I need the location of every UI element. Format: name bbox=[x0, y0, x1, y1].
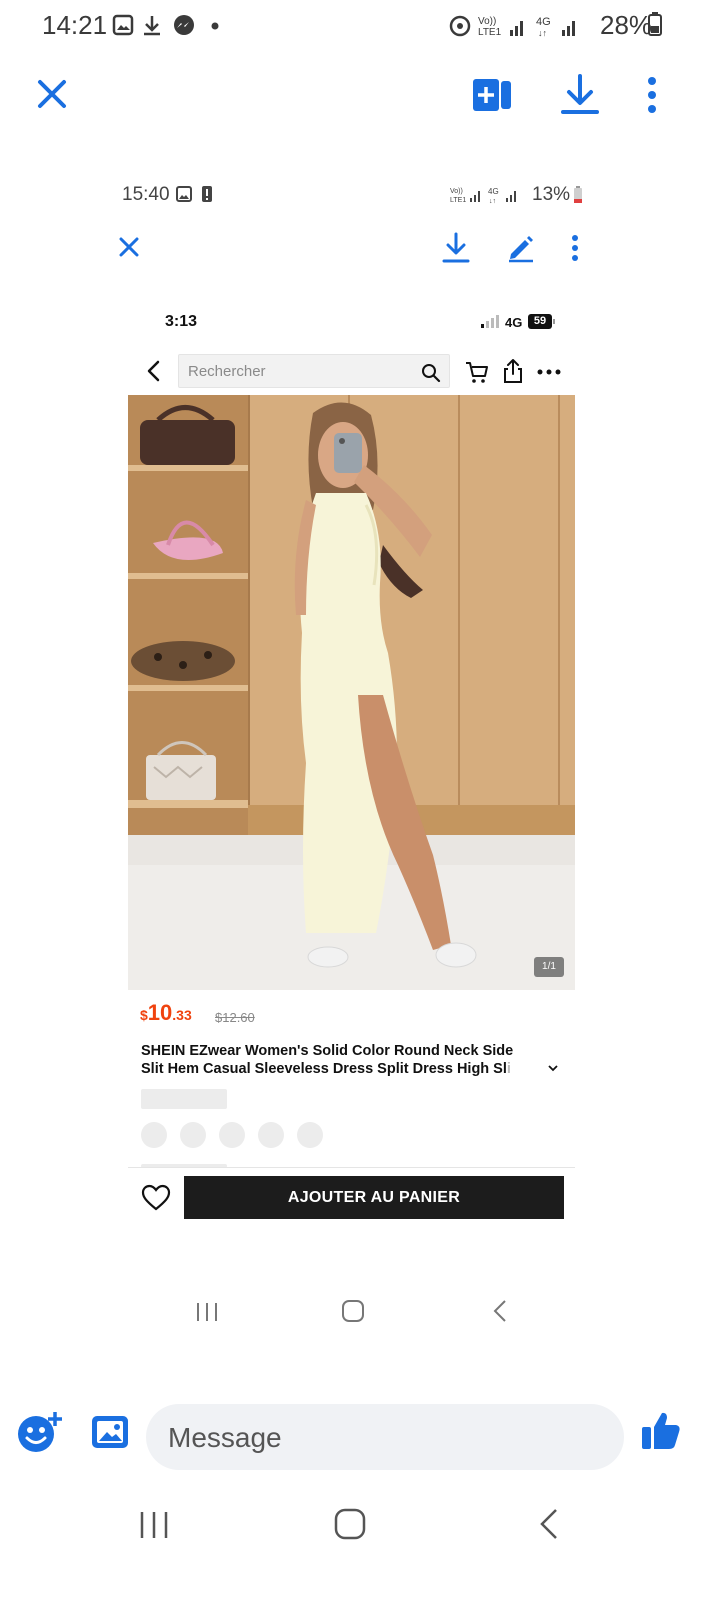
loading-placeholder-bar bbox=[141, 1089, 227, 1109]
outer-battery-icon bbox=[648, 12, 662, 36]
loading-placeholder-dot bbox=[180, 1122, 206, 1148]
shop-status-time: 3:13 bbox=[165, 313, 198, 330]
product-photo-illustration bbox=[128, 395, 575, 990]
viewer-close-icon[interactable] bbox=[36, 78, 68, 110]
viewer-download-icon[interactable] bbox=[560, 74, 600, 116]
inner-home-icon[interactable] bbox=[340, 1298, 366, 1324]
viewer-more-vertical-icon[interactable] bbox=[645, 76, 659, 114]
inner-close-icon[interactable] bbox=[118, 236, 140, 258]
svg-text:LTE1: LTE1 bbox=[450, 197, 466, 204]
svg-text:LTE1: LTE1 bbox=[478, 27, 502, 38]
price-currency: $ bbox=[140, 1007, 148, 1023]
inner-more-vertical-icon[interactable] bbox=[570, 234, 580, 262]
back-button-icon[interactable] bbox=[536, 1506, 562, 1542]
message-input[interactable]: Message bbox=[146, 1404, 624, 1470]
svg-text:Vo)): Vo)) bbox=[450, 188, 463, 195]
inner-notification-icons bbox=[176, 186, 212, 202]
wishlist-heart-icon[interactable] bbox=[141, 1184, 171, 1212]
outer-notification-icons bbox=[112, 14, 219, 36]
svg-text:Vo)): Vo)) bbox=[478, 16, 496, 27]
svg-text:4G: 4G bbox=[536, 16, 551, 28]
product-price: $10.33 bbox=[140, 1000, 192, 1026]
product-title-faded: i bbox=[506, 1061, 511, 1077]
loading-placeholder-dot bbox=[141, 1122, 167, 1148]
outer-battery-percent: 28% bbox=[600, 10, 653, 40]
shop-signal-icon bbox=[481, 315, 499, 328]
loading-placeholder-dot bbox=[219, 1122, 245, 1148]
product-title-line2: Slit Hem Casual Sleeveless Dress Split D… bbox=[141, 1061, 507, 1077]
home-button-icon[interactable] bbox=[332, 1506, 368, 1542]
original-price: $12.60 bbox=[215, 1010, 255, 1025]
recent-apps-icon[interactable] bbox=[136, 1508, 172, 1542]
shop-battery-icon: 59 bbox=[528, 314, 552, 329]
shop-screenshot: 3:13 4G 59 Rechercher 1/1 $10.33 $12.60 … bbox=[128, 300, 575, 1245]
price-cents: .33 bbox=[172, 1007, 192, 1023]
gallery-image-icon[interactable] bbox=[90, 1414, 130, 1450]
shop-search-input[interactable]: Rechercher bbox=[178, 354, 450, 388]
svg-text:4G: 4G bbox=[488, 187, 499, 196]
add-to-drive-icon[interactable] bbox=[472, 78, 512, 112]
share-icon[interactable] bbox=[502, 358, 524, 384]
inner-back-icon[interactable] bbox=[490, 1298, 510, 1324]
back-arrow-icon[interactable] bbox=[146, 360, 162, 382]
inner-battery-percent: 13% bbox=[532, 184, 571, 205]
loading-placeholder-dot bbox=[258, 1122, 284, 1148]
shop-battery-tip bbox=[553, 319, 555, 324]
more-horizontal-icon[interactable] bbox=[536, 368, 562, 376]
edit-icon[interactable] bbox=[506, 233, 536, 263]
inner-status-time: 15:40 bbox=[122, 184, 170, 205]
inner-recent-apps-icon[interactable] bbox=[194, 1300, 220, 1324]
inner-download-icon[interactable] bbox=[442, 232, 470, 264]
loading-placeholder-dot bbox=[297, 1122, 323, 1148]
search-placeholder: Rechercher bbox=[188, 363, 266, 380]
bottom-bar-divider bbox=[128, 1167, 575, 1168]
cart-icon[interactable] bbox=[465, 360, 489, 384]
product-title: SHEIN EZwear Women's Solid Color Round N… bbox=[141, 1042, 551, 1078]
outer-status-time: 14:21 bbox=[42, 10, 108, 40]
add-emoji-sticker-icon[interactable] bbox=[16, 1410, 64, 1454]
outer-status-bar: 14:21 Vo)) LTE1 4G ↓↑ 28% bbox=[0, 0, 718, 50]
expand-title-chevron-icon[interactable] bbox=[547, 1063, 559, 1073]
svg-text:↓↑: ↓↑ bbox=[489, 198, 496, 205]
message-placeholder: Message bbox=[168, 1422, 282, 1453]
inner-signal-icons: Vo)) LTE1 4G ↓↑ bbox=[450, 187, 516, 205]
svg-text:↓↑: ↓↑ bbox=[538, 28, 547, 38]
outer-signal-icons: Vo)) LTE1 4G ↓↑ bbox=[449, 15, 575, 38]
shop-network-type: 4G bbox=[505, 315, 523, 330]
add-to-cart-button[interactable]: AJOUTER AU PANIER bbox=[184, 1176, 564, 1219]
product-image[interactable]: 1/1 bbox=[128, 395, 575, 990]
thumbs-up-like-icon[interactable] bbox=[640, 1410, 682, 1452]
inner-battery-icon bbox=[574, 186, 582, 203]
image-counter-badge: 1/1 bbox=[534, 957, 564, 977]
search-icon[interactable] bbox=[421, 363, 441, 383]
product-title-line1: SHEIN EZwear Women's Solid Color Round N… bbox=[141, 1043, 514, 1059]
price-whole: 10 bbox=[147, 1000, 173, 1025]
